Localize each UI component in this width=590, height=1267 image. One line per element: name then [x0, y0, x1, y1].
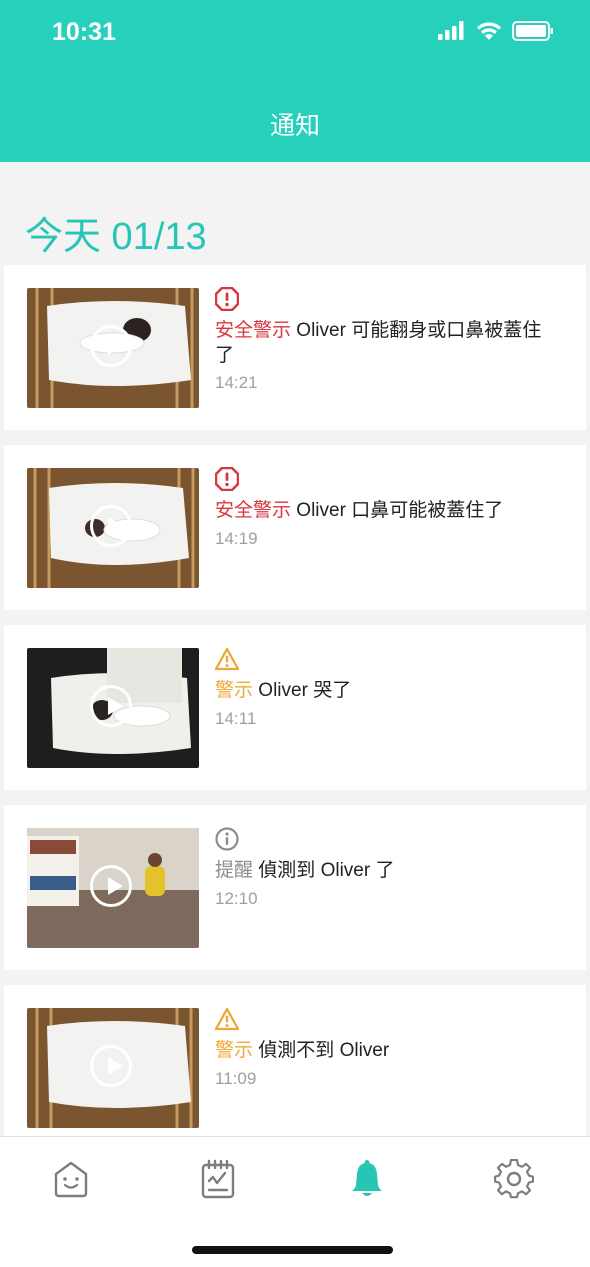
gear-icon — [493, 1158, 535, 1199]
tab-notifications[interactable] — [347, 1159, 387, 1199]
tab-journal[interactable] — [198, 1159, 238, 1199]
notification-time: 14:21 — [215, 373, 258, 392]
notification-message: 安全警示 Oliver 可能翻身或口鼻被蓋住了 — [215, 318, 545, 368]
severity-label: 安全警示 — [215, 500, 292, 521]
notification-card[interactable]: 警示 Oliver 哭了 14:11 — [4, 625, 586, 790]
warning-triangle-icon — [214, 647, 240, 671]
severity-label: 提醒 — [215, 860, 254, 881]
notification-card[interactable]: 安全警示 Oliver 可能翻身或口鼻被蓋住了 14:21 — [4, 265, 586, 430]
notification-time: 14:11 — [215, 709, 257, 728]
video-thumbnail[interactable] — [27, 1008, 199, 1128]
notification-time: 12:10 — [215, 889, 258, 908]
notification-message: 警示 偵測不到 Oliver — [215, 1038, 545, 1063]
video-thumbnail[interactable] — [27, 648, 199, 768]
octagon-alert-icon — [214, 286, 240, 312]
video-thumbnail[interactable] — [27, 468, 199, 588]
notification-text: 偵測不到 Oliver — [253, 1040, 390, 1061]
notification-time: 11:09 — [215, 1069, 257, 1088]
play-icon[interactable] — [90, 865, 132, 907]
notification-card[interactable]: 安全警示 Oliver 口鼻可能被蓋住了 14:19 — [4, 445, 586, 610]
video-thumbnail[interactable] — [27, 828, 199, 948]
date-heading: 今天 01/13 — [25, 216, 207, 258]
wifi-icon — [477, 22, 501, 40]
severity-label: 安全警示 — [215, 320, 292, 341]
journal-clipboard-icon — [201, 1159, 235, 1199]
status-icons — [438, 20, 554, 42]
tab-home[interactable] — [51, 1159, 91, 1199]
cellular-signal-icon — [438, 21, 464, 40]
app-header: 10:31 通知 — [0, 0, 590, 162]
notification-text: 偵測到 Oliver 了 — [253, 860, 395, 881]
notification-text: Oliver 哭了 — [253, 680, 352, 701]
notification-card[interactable]: 提醒 偵測到 Oliver 了 12:10 — [4, 805, 586, 970]
battery-icon — [512, 21, 553, 41]
tab-settings[interactable] — [493, 1158, 535, 1199]
notification-text: Oliver 口鼻可能被蓋住了 — [291, 500, 504, 521]
warning-triangle-icon — [214, 1007, 240, 1031]
notification-card[interactable]: 警示 偵測不到 Oliver 11:09 — [4, 985, 586, 1150]
play-icon[interactable] — [90, 685, 132, 727]
page-title: 通知 — [269, 112, 320, 140]
home-indicator — [192, 1246, 393, 1254]
status-time: 10:31 — [52, 18, 116, 46]
home-face-icon — [54, 1161, 88, 1198]
notification-message: 警示 Oliver 哭了 — [215, 678, 545, 703]
info-circle-icon — [215, 827, 239, 851]
severity-label: 警示 — [215, 1040, 254, 1061]
severity-label: 警示 — [215, 680, 254, 701]
notification-message: 提醒 偵測到 Oliver 了 — [215, 858, 545, 883]
video-thumbnail[interactable] — [27, 288, 199, 408]
play-icon[interactable] — [90, 505, 132, 547]
notification-message: 安全警示 Oliver 口鼻可能被蓋住了 — [215, 498, 545, 523]
bell-icon — [352, 1160, 382, 1196]
octagon-alert-icon — [214, 466, 240, 492]
play-icon[interactable] — [90, 1045, 132, 1087]
notification-time: 14:19 — [215, 529, 258, 548]
play-icon[interactable] — [90, 325, 132, 367]
